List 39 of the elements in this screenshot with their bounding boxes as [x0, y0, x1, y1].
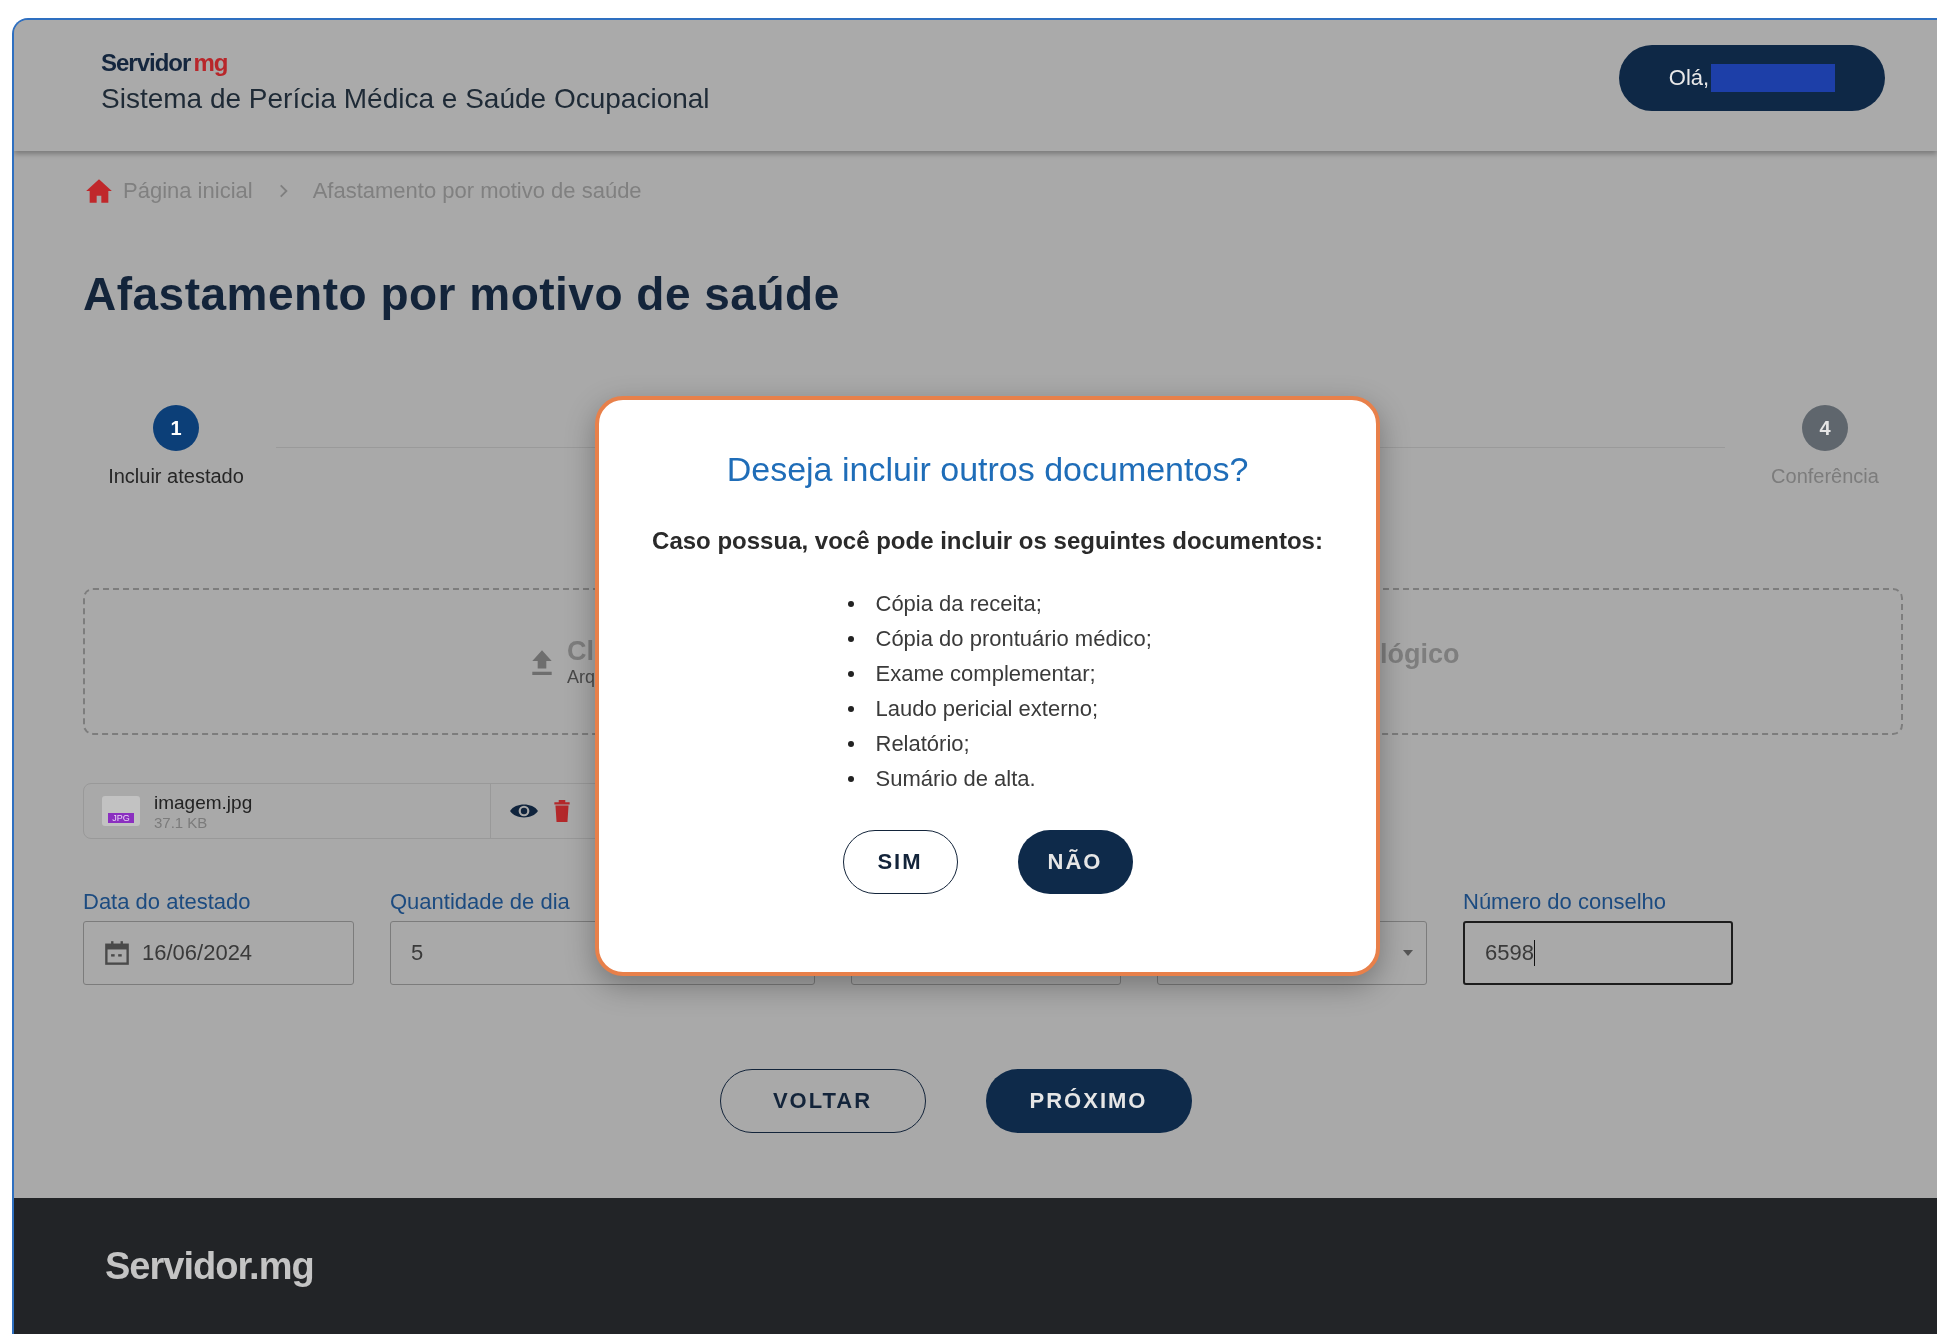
bullet-icon: [847, 741, 854, 747]
caret-icon: [1402, 949, 1414, 957]
field-label: Quantidade de dia: [390, 889, 571, 915]
bullet-icon: [847, 776, 854, 782]
step-number: 1: [153, 405, 199, 451]
document-item: Cópia da receita;: [875, 591, 1042, 617]
dialog-subtitle: Caso possua, você pode incluir os seguintes documentos:: [652, 527, 1323, 555]
bullet-icon: [847, 601, 854, 607]
input-field[interactable]: 16/06/2024: [83, 921, 354, 985]
bullet-icon: [847, 671, 854, 677]
bullet-icon: [847, 706, 854, 712]
field-value: 5: [411, 940, 424, 966]
nav-button[interactable]: PRÓXIMO: [985, 1069, 1192, 1133]
logo[interactable]: Servidormg: [101, 48, 710, 77]
calendar-icon: [104, 940, 130, 966]
home-icon: [85, 178, 113, 204]
jpg-file-icon: JPG: [102, 796, 140, 826]
page-title: Afastamento por motivo de saúde: [83, 267, 841, 321]
step-number: 4: [1802, 405, 1848, 451]
app-title: Sistema de Perícia Médica e Saúde Ocupacional: [101, 82, 710, 115]
footer-logo: Servidor.mg: [105, 1244, 314, 1288]
document-item: Exame complementar;: [875, 661, 1096, 687]
field-label: Número do conselho: [1463, 889, 1667, 915]
input-field[interactable]: 6598: [1463, 921, 1733, 985]
document-item: Sumário de alta.: [875, 766, 1036, 792]
document-item: Relatório;: [875, 731, 970, 757]
user-button[interactable]: Olá,: [1619, 44, 1885, 111]
upload-hint: Arq: [567, 666, 595, 688]
field-value: 16/06/2024: [142, 940, 253, 966]
bullet-icon: [847, 636, 854, 642]
trash-icon[interactable]: [553, 799, 571, 823]
dialog-title: Deseja incluir outros documentos?: [726, 450, 1249, 489]
dialog-button[interactable]: NÃO: [1017, 830, 1133, 894]
document-item: Laudo pericial externo;: [875, 696, 1099, 722]
file-name: imagem.jpg: [154, 791, 254, 814]
document-item: Cópia do prontuário médico;: [875, 626, 1152, 652]
field-label: Data do atestado: [83, 889, 252, 915]
field-value: 6598: [1485, 940, 1534, 966]
step-label: Incluir atestado: [108, 465, 244, 488]
